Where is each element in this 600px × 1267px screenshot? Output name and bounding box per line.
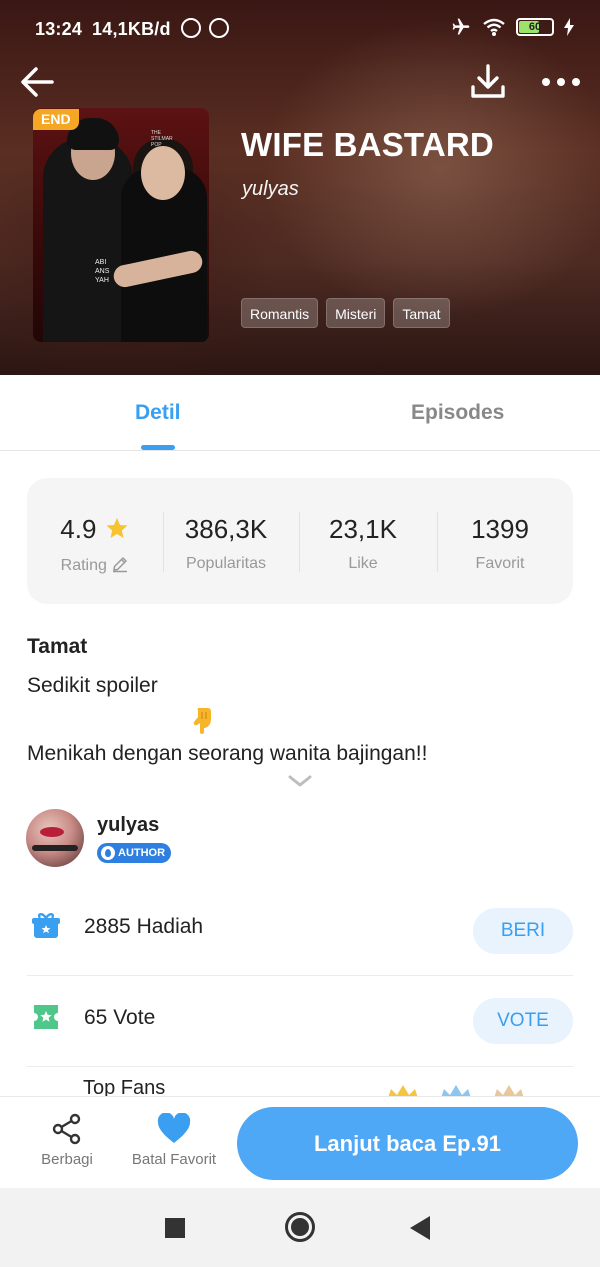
share-icon <box>52 1113 81 1145</box>
like-label: Like <box>348 555 378 572</box>
synopsis-line-2: Menikah dengan seorang wanita bajingan!! <box>27 742 428 765</box>
synopsis-line-1: Sedikit spoiler <box>27 674 158 697</box>
gift-icon <box>32 913 60 938</box>
vote-button[interactable]: VOTE <box>473 998 573 1044</box>
book-header: 13:24 14,1KB/d 60 THE STILMAR POP ABI ANS… <box>0 0 600 375</box>
detail-tabs: Detil Episodes <box>0 375 600 451</box>
more-options-button[interactable] <box>538 62 584 102</box>
book-cover[interactable]: THE STILMAR POP ABI ANS YAH <box>33 108 209 342</box>
unfavorite-label: Batal Favorit <box>131 1151 217 1168</box>
more-dots-icon <box>542 78 580 86</box>
like-value: 23,1K <box>329 514 397 544</box>
recent-apps-button[interactable] <box>165 1218 185 1238</box>
wifi-icon <box>483 18 505 36</box>
avatar-choker <box>32 845 78 851</box>
home-button[interactable] <box>285 1212 315 1242</box>
tag-romantis[interactable]: Romantis <box>241 298 319 328</box>
vote-text: 65 Vote <box>84 1006 155 1030</box>
tab-detil[interactable]: Detil <box>135 401 181 425</box>
author-badge-label: AUTHOR <box>118 847 166 859</box>
stat-favorit: 1399 Favorit <box>432 514 568 573</box>
airplane-mode-icon <box>452 18 470 35</box>
pointing-down-hand-icon <box>193 708 211 734</box>
status-bar: 13:24 14,1KB/d 60 <box>0 0 600 58</box>
rating-label: Rating <box>60 557 107 574</box>
tag-tamat[interactable]: Tamat <box>393 298 450 328</box>
tab-episodes[interactable]: Episodes <box>411 401 504 425</box>
vote-count: 65 <box>84 1006 108 1029</box>
stats-card: 4.9 Rating 386,3K Popularitas 23,1K Like… <box>27 478 573 604</box>
gift-label: Hadiah <box>136 915 204 938</box>
unfavorite-button[interactable]: Batal Favorit <box>122 1113 226 1168</box>
back-button[interactable] <box>18 62 58 102</box>
system-navigation-bar <box>0 1188 600 1267</box>
status-bar-left: 13:24 14,1KB/d <box>35 18 237 40</box>
chrome-icon <box>208 18 229 38</box>
cover-side-text: ABI ANS YAH <box>95 259 110 284</box>
status-time: 13:24 <box>35 19 83 39</box>
active-tab-indicator <box>141 445 175 450</box>
battery-level: 60 <box>528 21 542 33</box>
author-name[interactable]: yulyas <box>97 814 159 837</box>
share-label: Berbagi <box>41 1151 93 1168</box>
vote-ticket-icon <box>34 1005 58 1029</box>
completion-status: Tamat <box>27 635 88 658</box>
give-gift-button[interactable]: BERI <box>473 908 573 954</box>
heart-icon <box>157 1113 191 1143</box>
edit-pencil-icon <box>113 557 128 573</box>
favorit-value: 1399 <box>471 514 529 544</box>
book-title: WIFE BASTARD <box>241 126 494 163</box>
genre-tags: Romantis Misteri Tamat <box>241 298 450 328</box>
book-author[interactable]: yulyas <box>242 178 299 201</box>
gift-count: 2885 <box>84 915 131 938</box>
continue-reading-button[interactable]: Lanjut baca Ep.91 <box>237 1107 578 1180</box>
cover-figure-woman-head <box>141 146 185 200</box>
whatsapp-icon <box>180 18 201 38</box>
charging-icon <box>564 18 574 36</box>
cover-small-text: THE STILMAR POP <box>151 130 173 148</box>
bottom-action-bar: Berbagi Batal Favorit Lanjut baca Ep.91 <box>0 1096 600 1188</box>
expand-chevron-icon[interactable] <box>287 772 313 790</box>
end-badge: END <box>33 109 79 130</box>
stat-rating-value-row: 4.9 <box>27 514 163 545</box>
avatar-lips <box>40 827 64 837</box>
status-network-speed: 14,1KB/d <box>92 19 171 39</box>
system-back-button[interactable] <box>410 1216 430 1240</box>
battery-icon: 60 <box>516 18 554 36</box>
rating-value: 4.9 <box>60 514 97 544</box>
author-avatar[interactable] <box>26 809 84 867</box>
popularitas-label: Popularitas <box>185 555 267 572</box>
favorit-label: Favorit <box>475 555 525 572</box>
share-button[interactable]: Berbagi <box>36 1113 98 1168</box>
status-bar-right: 60 <box>450 17 574 37</box>
download-button[interactable] <box>468 62 508 102</box>
stat-like: 23,1K Like <box>295 514 431 573</box>
popularitas-value: 386,3K <box>184 514 268 544</box>
author-badge: AUTHOR <box>97 843 172 863</box>
tag-misteri[interactable]: Misteri <box>326 298 386 328</box>
vote-label: Vote <box>113 1006 156 1029</box>
vote-row: 65 Vote VOTE <box>27 977 573 1067</box>
stat-popularitas: 386,3K Popularitas <box>158 514 294 573</box>
gift-row: 2885 Hadiah BERI <box>27 886 573 976</box>
stat-rating-label-row: Rating <box>27 555 163 575</box>
stat-rating[interactable]: 4.9 Rating <box>27 514 163 575</box>
arrow-left-icon <box>21 67 54 97</box>
download-icon <box>471 64 505 98</box>
gift-text: 2885 Hadiah <box>84 915 203 939</box>
author-drop-icon <box>101 846 115 860</box>
star-icon <box>106 518 128 538</box>
